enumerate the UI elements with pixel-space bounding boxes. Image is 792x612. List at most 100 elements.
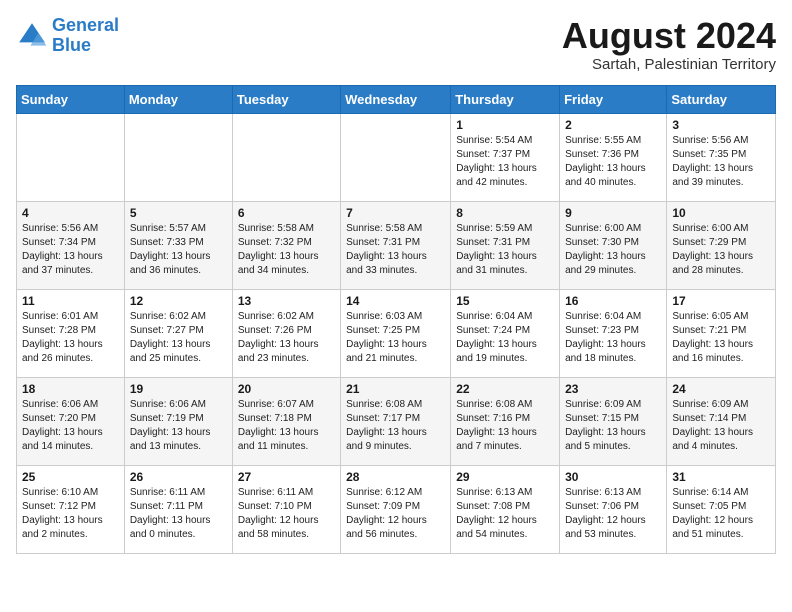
day-number: 13 xyxy=(238,294,335,308)
calendar-cell: 21 Sunrise: 6:08 AM Sunset: 7:17 PM Dayli… xyxy=(341,377,451,465)
weekday-header-tuesday: Tuesday xyxy=(232,85,340,113)
day-number: 26 xyxy=(130,470,227,484)
day-info: Sunrise: 5:56 AM Sunset: 7:34 PM Dayligh… xyxy=(22,222,119,278)
day-number: 19 xyxy=(130,382,227,396)
day-number: 21 xyxy=(346,382,445,396)
calendar-cell: 25Sunrise: 6:10 AM Sunset: 7:12 PM Dayli… xyxy=(17,465,125,553)
day-number: 6 xyxy=(238,206,335,220)
calendar-cell: 30 Sunrise: 6:13 AM Sunset: 7:06 PM Dayli… xyxy=(560,465,667,553)
day-info: Sunrise: 6:13 AM Sunset: 7:08 PM Dayligh… xyxy=(456,486,554,542)
week-row-4: 18Sunrise: 6:06 AM Sunset: 7:20 PM Dayli… xyxy=(17,377,776,465)
day-info: Sunrise: 6:07 AM Sunset: 7:18 PM Dayligh… xyxy=(238,398,335,454)
calendar-cell: 15 Sunrise: 6:04 AM Sunset: 7:24 PM Dayli… xyxy=(451,289,560,377)
calendar-cell: 11 Sunrise: 6:01 AM Sunset: 7:28 PM Dayli… xyxy=(17,289,125,377)
day-info: Sunrise: 5:54 AM Sunset: 7:37 PM Dayligh… xyxy=(456,134,554,190)
calendar-cell: 31Sunrise: 6:14 AM Sunset: 7:05 PM Dayli… xyxy=(667,465,776,553)
calendar-cell: 3 Sunrise: 5:56 AM Sunset: 7:35 PM Daylig… xyxy=(667,113,776,201)
calendar-cell: 12Sunrise: 6:02 AM Sunset: 7:27 PM Dayli… xyxy=(124,289,232,377)
calendar-table: SundayMondayTuesdayWednesdayThursdayFrid… xyxy=(16,85,776,554)
calendar-cell: 16 Sunrise: 6:04 AM Sunset: 7:23 PM Dayli… xyxy=(560,289,667,377)
day-info: Sunrise: 5:58 AM Sunset: 7:31 PM Dayligh… xyxy=(346,222,445,278)
day-info: Sunrise: 6:09 AM Sunset: 7:15 PM Dayligh… xyxy=(565,398,661,454)
day-number: 11 xyxy=(22,294,119,308)
day-number: 4 xyxy=(22,206,119,220)
calendar-cell: 1 Sunrise: 5:54 AM Sunset: 7:37 PM Daylig… xyxy=(451,113,560,201)
day-info: Sunrise: 6:14 AM Sunset: 7:05 PM Dayligh… xyxy=(672,486,770,542)
day-number: 17 xyxy=(672,294,770,308)
week-row-1: 1 Sunrise: 5:54 AM Sunset: 7:37 PM Daylig… xyxy=(17,113,776,201)
calendar-cell: 19 Sunrise: 6:06 AM Sunset: 7:19 PM Dayli… xyxy=(124,377,232,465)
weekday-header-sunday: Sunday xyxy=(17,85,125,113)
calendar-cell: 18Sunrise: 6:06 AM Sunset: 7:20 PM Dayli… xyxy=(17,377,125,465)
day-info: Sunrise: 6:02 AM Sunset: 7:27 PM Dayligh… xyxy=(130,310,227,366)
calendar-subtitle: Sartah, Palestinian Territory xyxy=(562,56,776,73)
weekday-header-wednesday: Wednesday xyxy=(341,85,451,113)
calendar-cell xyxy=(17,113,125,201)
logo-icon xyxy=(16,20,48,52)
day-number: 27 xyxy=(238,470,335,484)
day-number: 5 xyxy=(130,206,227,220)
day-info: Sunrise: 6:01 AM Sunset: 7:28 PM Dayligh… xyxy=(22,310,119,366)
day-number: 24 xyxy=(672,382,770,396)
day-number: 2 xyxy=(565,118,661,132)
week-row-3: 11 Sunrise: 6:01 AM Sunset: 7:28 PM Dayli… xyxy=(17,289,776,377)
day-info: Sunrise: 5:58 AM Sunset: 7:32 PM Dayligh… xyxy=(238,222,335,278)
calendar-cell: 5 Sunrise: 5:57 AM Sunset: 7:33 PM Daylig… xyxy=(124,201,232,289)
day-number: 16 xyxy=(565,294,661,308)
weekday-header-friday: Friday xyxy=(560,85,667,113)
day-number: 1 xyxy=(456,118,554,132)
day-info: Sunrise: 6:11 AM Sunset: 7:11 PM Dayligh… xyxy=(130,486,227,542)
day-info: Sunrise: 5:55 AM Sunset: 7:36 PM Dayligh… xyxy=(565,134,661,190)
day-number: 18 xyxy=(22,382,119,396)
calendar-cell xyxy=(124,113,232,201)
page-header: General Blue August 2024 Sartah, Palesti… xyxy=(16,16,776,73)
day-info: Sunrise: 6:04 AM Sunset: 7:24 PM Dayligh… xyxy=(456,310,554,366)
day-number: 8 xyxy=(456,206,554,220)
day-info: Sunrise: 6:03 AM Sunset: 7:25 PM Dayligh… xyxy=(346,310,445,366)
calendar-cell: 23 Sunrise: 6:09 AM Sunset: 7:15 PM Dayli… xyxy=(560,377,667,465)
day-info: Sunrise: 6:08 AM Sunset: 7:16 PM Dayligh… xyxy=(456,398,554,454)
week-row-2: 4 Sunrise: 5:56 AM Sunset: 7:34 PM Daylig… xyxy=(17,201,776,289)
day-number: 22 xyxy=(456,382,554,396)
day-info: Sunrise: 6:09 AM Sunset: 7:14 PM Dayligh… xyxy=(672,398,770,454)
weekday-header-monday: Monday xyxy=(124,85,232,113)
day-info: Sunrise: 5:57 AM Sunset: 7:33 PM Dayligh… xyxy=(130,222,227,278)
calendar-cell: 22 Sunrise: 6:08 AM Sunset: 7:16 PM Dayli… xyxy=(451,377,560,465)
calendar-cell: 26 Sunrise: 6:11 AM Sunset: 7:11 PM Dayli… xyxy=(124,465,232,553)
day-number: 7 xyxy=(346,206,445,220)
day-info: Sunrise: 6:02 AM Sunset: 7:26 PM Dayligh… xyxy=(238,310,335,366)
title-area: August 2024 Sartah, Palestinian Territor… xyxy=(562,16,776,73)
weekday-header-row: SundayMondayTuesdayWednesdayThursdayFrid… xyxy=(17,85,776,113)
calendar-cell: 4 Sunrise: 5:56 AM Sunset: 7:34 PM Daylig… xyxy=(17,201,125,289)
day-number: 30 xyxy=(565,470,661,484)
day-info: Sunrise: 6:13 AM Sunset: 7:06 PM Dayligh… xyxy=(565,486,661,542)
day-number: 23 xyxy=(565,382,661,396)
day-info: Sunrise: 6:12 AM Sunset: 7:09 PM Dayligh… xyxy=(346,486,445,542)
day-number: 28 xyxy=(346,470,445,484)
logo: General Blue xyxy=(16,16,119,56)
calendar-cell: 28 Sunrise: 6:12 AM Sunset: 7:09 PM Dayli… xyxy=(341,465,451,553)
day-info: Sunrise: 6:00 AM Sunset: 7:29 PM Dayligh… xyxy=(672,222,770,278)
day-info: Sunrise: 5:59 AM Sunset: 7:31 PM Dayligh… xyxy=(456,222,554,278)
day-info: Sunrise: 6:00 AM Sunset: 7:30 PM Dayligh… xyxy=(565,222,661,278)
weekday-header-saturday: Saturday xyxy=(667,85,776,113)
day-info: Sunrise: 6:04 AM Sunset: 7:23 PM Dayligh… xyxy=(565,310,661,366)
day-info: Sunrise: 6:08 AM Sunset: 7:17 PM Dayligh… xyxy=(346,398,445,454)
week-row-5: 25Sunrise: 6:10 AM Sunset: 7:12 PM Dayli… xyxy=(17,465,776,553)
calendar-cell: 13 Sunrise: 6:02 AM Sunset: 7:26 PM Dayli… xyxy=(232,289,340,377)
calendar-cell: 24 Sunrise: 6:09 AM Sunset: 7:14 PM Dayli… xyxy=(667,377,776,465)
calendar-cell: 6 Sunrise: 5:58 AM Sunset: 7:32 PM Daylig… xyxy=(232,201,340,289)
day-number: 25 xyxy=(22,470,119,484)
calendar-title: August 2024 xyxy=(562,16,776,56)
day-number: 10 xyxy=(672,206,770,220)
weekday-header-thursday: Thursday xyxy=(451,85,560,113)
day-info: Sunrise: 6:06 AM Sunset: 7:19 PM Dayligh… xyxy=(130,398,227,454)
calendar-cell: 2 Sunrise: 5:55 AM Sunset: 7:36 PM Daylig… xyxy=(560,113,667,201)
calendar-cell: 7 Sunrise: 5:58 AM Sunset: 7:31 PM Daylig… xyxy=(341,201,451,289)
calendar-cell: 14Sunrise: 6:03 AM Sunset: 7:25 PM Dayli… xyxy=(341,289,451,377)
day-number: 20 xyxy=(238,382,335,396)
day-info: Sunrise: 5:56 AM Sunset: 7:35 PM Dayligh… xyxy=(672,134,770,190)
logo-line2: Blue xyxy=(52,35,91,55)
day-number: 15 xyxy=(456,294,554,308)
day-number: 3 xyxy=(672,118,770,132)
